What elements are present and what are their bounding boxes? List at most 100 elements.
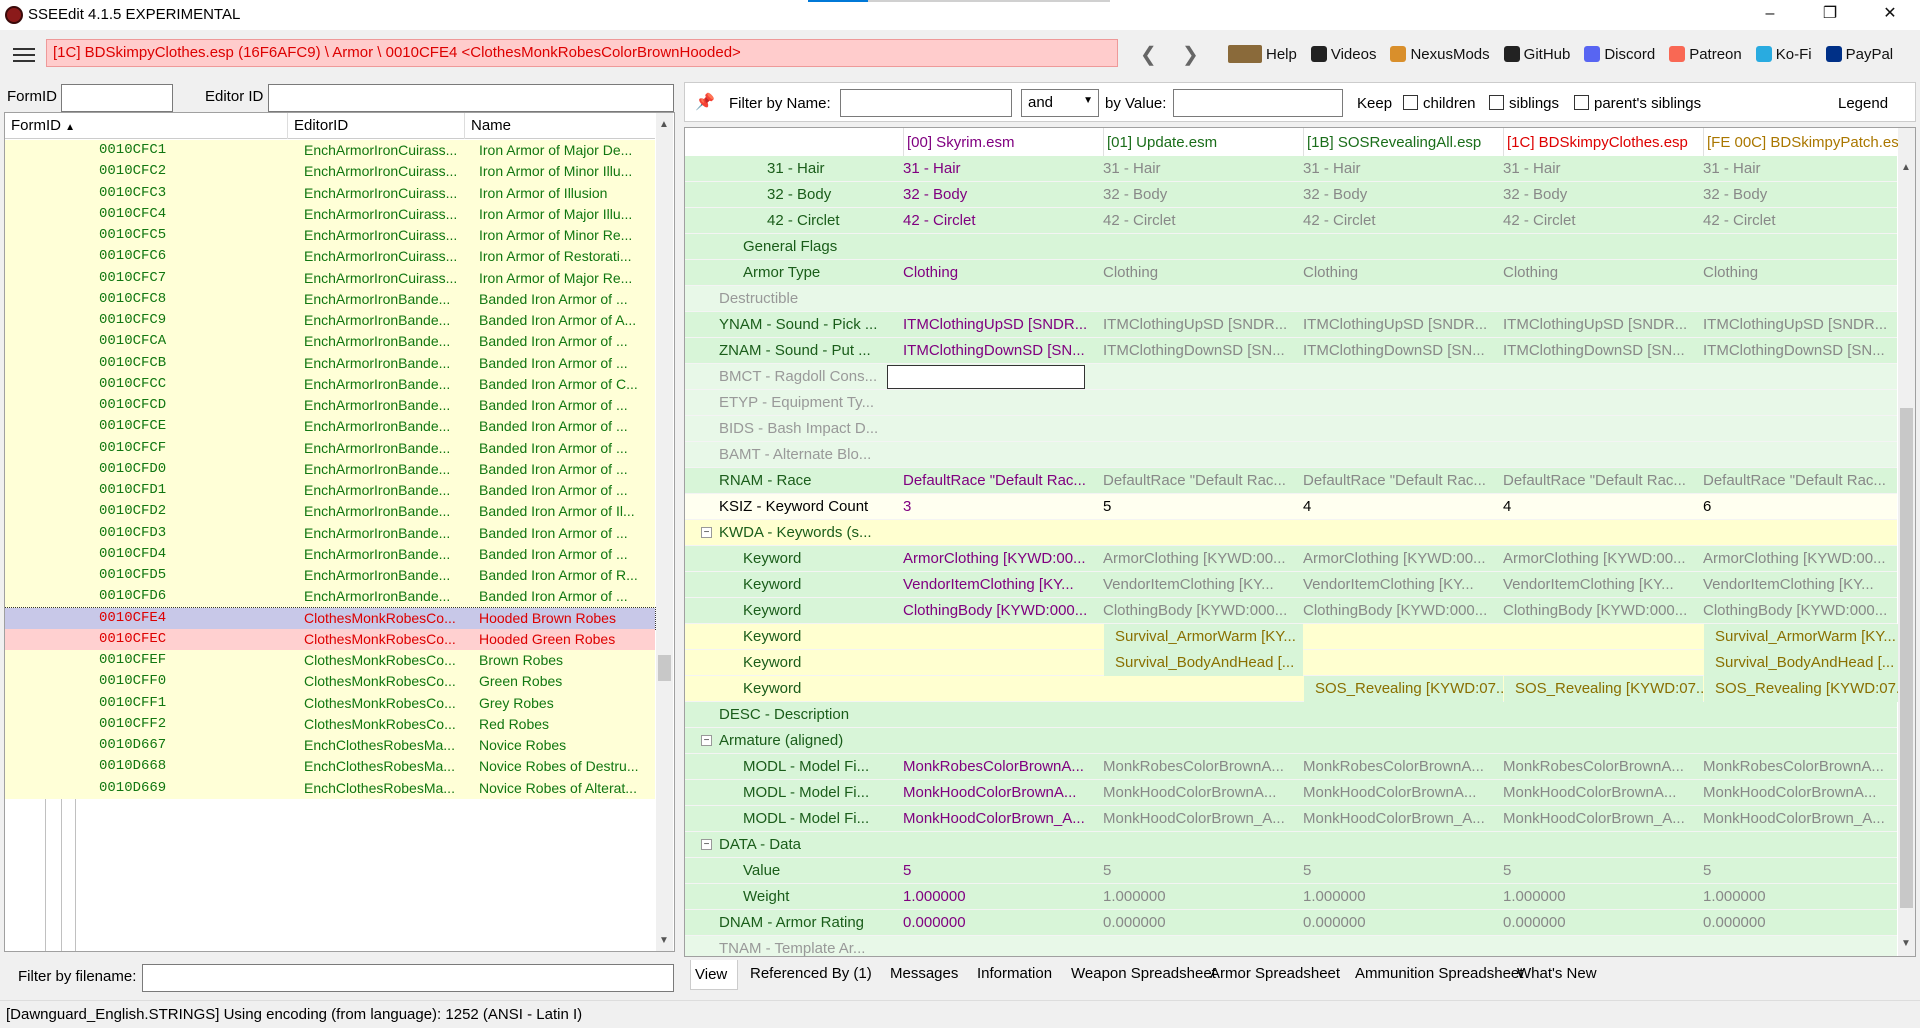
record-field-row[interactable]: 42 - Circlet 42 - Circlet 42 - Circlet 42 -… xyxy=(685,208,1897,234)
record-field-row[interactable]: Keyword SOS_Revealing [KYWD:07... SOS_Reve… xyxy=(685,676,1903,702)
table-row[interactable]: 0010CFC6 EnchArmorIronCuirass... Iron Armo… xyxy=(5,246,655,268)
table-row[interactable]: 0010CFD1 EnchArmorIronBande... Banded Iron… xyxy=(5,480,655,502)
record-field-row[interactable]: Keyword Survival_ArmorWarm [KY... Survival… xyxy=(685,624,1903,650)
link-patreon[interactable]: Patreon xyxy=(1669,46,1742,63)
record-field-row[interactable]: KWDA - Keywords (s... − xyxy=(685,520,1897,546)
table-row[interactable]: 0010CFEC ClothesMonkRobesCo... Hooded Gree… xyxy=(5,628,655,650)
plugin-column-header[interactable]: [FE 00C] BDSkimpyPatch.esp xyxy=(1707,134,1907,151)
table-row[interactable]: 0010CFD5 EnchArmorIronBande... Banded Iron… xyxy=(5,565,655,587)
table-row[interactable]: 0010CFD0 EnchArmorIronBande... Banded Iron… xyxy=(5,458,655,480)
table-row[interactable]: 0010CFC7 EnchArmorIronCuirass... Iron Armo… xyxy=(5,267,655,289)
record-view-scrollbar[interactable]: ▲ ▼ xyxy=(1898,128,1915,956)
link-help[interactable]: Help xyxy=(1228,45,1297,63)
tab-ammunition-spreadsheet[interactable]: Ammunition Spreadsheet xyxy=(1355,965,1523,982)
collapse-icon[interactable]: − xyxy=(701,735,712,746)
record-field-row[interactable]: KSIZ - Keyword Count 3 5 4 4 6 xyxy=(685,494,1897,520)
record-field-row[interactable]: ZNAM - Sound - Put ... ITMClothingDownSD … xyxy=(685,338,1897,364)
record-view-scroll-thumb[interactable] xyxy=(1900,408,1913,908)
table-row[interactable]: 0010CFEF ClothesMonkRobesCo... Brown Robes xyxy=(5,650,655,672)
record-field-row[interactable]: Value 5 5 5 5 5 xyxy=(685,858,1897,884)
filter-name-input[interactable] xyxy=(840,89,1012,117)
table-row[interactable]: 0010CFC2 EnchArmorIronCuirass... Iron Armo… xyxy=(5,161,655,183)
record-field-row[interactable]: BMCT - Ragdoll Cons... xyxy=(685,364,1897,390)
record-field-row[interactable]: Destructible xyxy=(685,286,1897,312)
record-field-row[interactable]: BIDS - Bash Impact D... xyxy=(685,416,1897,442)
column-formid[interactable]: FormID ▲ xyxy=(11,117,75,134)
table-row[interactable]: 0010CFCF EnchArmorIronBande... Banded Iron… xyxy=(5,437,655,459)
table-row[interactable]: 0010CFC1 EnchArmorIronCuirass... Iron Armo… xyxy=(5,140,655,162)
filter-value-input[interactable] xyxy=(1173,89,1343,117)
link-discord[interactable]: Discord xyxy=(1584,46,1655,63)
record-field-row[interactable]: Weight 1.000000 1.000000 1.000000 1.000000 1.… xyxy=(685,884,1897,910)
focused-cell[interactable] xyxy=(887,365,1085,389)
plugin-column-header[interactable]: [1C] BDSkimpyClothes.esp xyxy=(1507,134,1688,151)
link-paypal[interactable]: PayPal xyxy=(1825,46,1893,63)
column-editorid[interactable]: EditorID xyxy=(294,117,348,134)
table-row[interactable]: 0010D667 EnchClothesRobesMa... Novice Robe… xyxy=(5,735,655,757)
tab-view[interactable]: View xyxy=(690,960,739,990)
table-row[interactable]: 0010CFC8 EnchArmorIronBande... Banded Iron… xyxy=(5,288,655,310)
restore-button[interactable]: ❐ xyxy=(1800,0,1860,30)
legend-button[interactable]: Legend xyxy=(1838,95,1888,112)
filter-op-select[interactable]: and ▼ xyxy=(1021,89,1099,117)
table-row[interactable]: 0010CFD3 EnchArmorIronBande... Banded Iron… xyxy=(5,522,655,544)
table-row[interactable]: 0010CFD2 EnchArmorIronBande... Banded Iron… xyxy=(5,501,655,523)
table-row[interactable]: 0010CFF1 ClothesMonkRobesCo... Grey Robes xyxy=(5,692,655,714)
record-field-row[interactable]: MODL - Model Fi... MonkRobesColorBrownA..… xyxy=(685,754,1897,780)
collapse-icon[interactable]: − xyxy=(701,527,712,538)
tab-information[interactable]: Information xyxy=(977,965,1052,982)
table-row[interactable]: 0010D668 EnchClothesRobesMa... Novice Robe… xyxy=(5,756,655,778)
minimize-button[interactable]: – xyxy=(1740,0,1800,30)
pin-icon[interactable]: 📌 xyxy=(695,92,715,112)
parents-siblings-checkbox[interactable]: parent's siblings xyxy=(1574,95,1701,112)
tab-messages[interactable]: Messages xyxy=(890,965,958,982)
collapse-icon[interactable]: − xyxy=(701,839,712,850)
record-field-row[interactable]: Armature (aligned) − xyxy=(685,728,1897,754)
table-row[interactable]: 0010CFC5 EnchArmorIronCuirass... Iron Armo… xyxy=(5,225,655,247)
plugin-column-header[interactable]: [00] Skyrim.esm xyxy=(907,134,1015,151)
editorid-input[interactable] xyxy=(268,84,674,112)
record-field-row[interactable]: General Flags xyxy=(685,234,1897,260)
table-row[interactable]: 0010CFF2 ClothesMonkRobesCo... Red Robes xyxy=(5,713,655,735)
record-field-row[interactable]: MODL - Model Fi... MonkHoodColorBrownA...… xyxy=(685,780,1897,806)
record-field-row[interactable]: Keyword ArmorClothing [KYWD:00... ArmorClo… xyxy=(685,546,1897,572)
record-field-row[interactable]: DNAM - Armor Rating 0.000000 0.000000 0.000… xyxy=(685,910,1897,936)
table-row[interactable]: 0010CFCB EnchArmorIronBande... Banded Iron… xyxy=(5,352,655,374)
record-field-row[interactable]: Keyword ClothingBody [KYWD:000... Clothing… xyxy=(685,598,1897,624)
table-row[interactable]: 0010CFC4 EnchArmorIronCuirass... Iron Armo… xyxy=(5,203,655,225)
record-field-row[interactable]: Armor Type Clothing Clothing Clothing Clothi… xyxy=(685,260,1897,286)
plugin-column-header[interactable]: [01] Update.esm xyxy=(1107,134,1217,151)
table-row[interactable]: 0010CFCA EnchArmorIronBande... Banded Iron… xyxy=(5,331,655,353)
table-row[interactable]: 0010CFD4 EnchArmorIronBande... Banded Iron… xyxy=(5,543,655,565)
table-row[interactable]: 0010CFF0 ClothesMonkRobesCo... Green Robes xyxy=(5,671,655,693)
tab-what-s-new[interactable]: What's New xyxy=(1517,965,1597,982)
tab-armor-spreadsheet[interactable]: Armor Spreadsheet xyxy=(1210,965,1340,982)
children-checkbox[interactable]: children xyxy=(1403,95,1476,112)
tab-referenced-by-1[interactable]: Referenced By (1) xyxy=(750,965,872,982)
link-nexusmods[interactable]: NexusMods xyxy=(1390,46,1490,63)
record-tree-scroll-thumb[interactable] xyxy=(658,655,671,681)
plugin-column-header[interactable]: [1B] SOSRevealingAll.esp xyxy=(1307,134,1481,151)
table-row[interactable]: 0010D669 EnchClothesRobesMa... Novice Robe… xyxy=(5,777,655,799)
link-ko-fi[interactable]: Ko-Fi xyxy=(1755,46,1812,63)
link-github[interactable]: GitHub xyxy=(1503,46,1570,63)
record-field-row[interactable]: MODL - Model Fi... MonkHoodColorBrown_A..… xyxy=(685,806,1897,832)
record-field-row[interactable]: Keyword VendorItemClothing [KY... VendorIt… xyxy=(685,572,1897,598)
tab-weapon-spreadsheet[interactable]: Weapon Spreadsheet xyxy=(1071,965,1216,982)
table-row[interactable]: 0010CFC3 EnchArmorIronCuirass... Iron Armo… xyxy=(5,182,655,204)
record-field-row[interactable]: BAMT - Alternate Blo... xyxy=(685,442,1897,468)
formid-input[interactable] xyxy=(61,84,173,112)
record-field-row[interactable]: DESC - Description xyxy=(685,702,1897,728)
back-icon[interactable]: ❮ xyxy=(1140,42,1157,67)
record-field-row[interactable]: TNAM - Template Ar... xyxy=(685,936,1897,956)
filename-filter-input[interactable] xyxy=(142,964,674,992)
record-field-row[interactable]: DATA - Data − xyxy=(685,832,1897,858)
record-field-row[interactable]: 32 - Body 32 - Body 32 - Body 32 - Body 32 -… xyxy=(685,182,1897,208)
record-field-row[interactable]: YNAM - Sound - Pick ... ITMClothingUpSD [… xyxy=(685,312,1897,338)
record-field-row[interactable]: ETYP - Equipment Ty... xyxy=(685,390,1897,416)
table-row[interactable]: 0010CFC9 EnchArmorIronBande... Banded Iron… xyxy=(5,310,655,332)
record-field-row[interactable]: 31 - Hair 31 - Hair 31 - Hair 31 - Hair 31 -… xyxy=(685,156,1897,182)
forward-icon[interactable]: ❯ xyxy=(1182,42,1199,67)
column-name[interactable]: Name xyxy=(471,117,511,134)
table-row[interactable]: 0010CFD6 EnchArmorIronBande... Banded Iron… xyxy=(5,586,655,608)
